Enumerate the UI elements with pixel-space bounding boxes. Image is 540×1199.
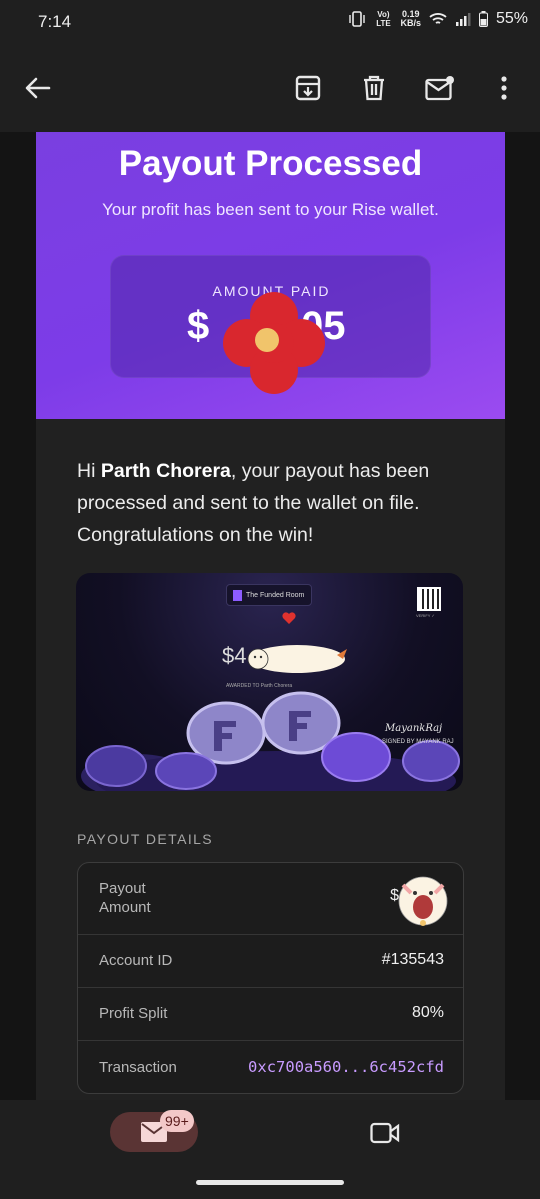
- status-bar: 7:14 Vo) LTE 0.19 KB/s 55%: [0, 0, 540, 44]
- status-time: 7:14: [38, 12, 72, 31]
- delete-button[interactable]: [352, 66, 396, 110]
- video-camera-icon: [370, 1122, 400, 1144]
- detail-key: Payout Amount: [99, 880, 151, 916]
- funded-room-logo-icon: [233, 589, 242, 601]
- home-indicator[interactable]: [196, 1180, 344, 1185]
- vibrate-icon: [349, 11, 366, 27]
- payout-certificate-image[interactable]: The Funded Room VERIFY ✓ $4 AWARDED TO P…: [76, 573, 463, 791]
- greeting-paragraph: Hi Parth Chorera, your payout has been p…: [77, 455, 477, 551]
- more-vert-icon: [501, 76, 507, 100]
- mark-unread-button[interactable]: [418, 66, 462, 110]
- hero-title: Payout Processed: [118, 144, 423, 183]
- cat-sticker-icon: [398, 876, 448, 926]
- certificate-signed-by: SIGNED BY MAYANK RAJ: [382, 739, 454, 745]
- battery-icon: [478, 11, 488, 27]
- transaction-hash-link[interactable]: 0xc700a560...6c452cfd: [248, 1058, 444, 1076]
- meet-tab[interactable]: [365, 1116, 405, 1150]
- email-app-bar: [0, 44, 540, 132]
- payout-hero-banner: Payout Processed Your profit has been se…: [36, 132, 505, 419]
- payout-details-heading: PAYOUT DETAILS: [77, 831, 214, 847]
- detail-row-profit-split: Profit Split 80%: [78, 988, 463, 1041]
- heart-icon: [282, 612, 296, 624]
- certificate-brand: The Funded Room: [226, 584, 312, 606]
- qr-code-icon: [417, 587, 441, 611]
- cat-sticker-icon: [247, 645, 347, 673]
- certificate-brand-name: The Funded Room: [246, 591, 305, 599]
- qr-label: VERIFY ✓: [416, 613, 435, 618]
- detail-row-account-id: Account ID #135543: [78, 935, 463, 988]
- amount-paid-box: AMOUNT PAID $ 05: [110, 255, 431, 394]
- email-card: Payout Processed Your profit has been se…: [36, 132, 505, 1100]
- archive-button[interactable]: [286, 66, 330, 110]
- payout-details-table: Payout Amount $ Account ID #135543 Profi…: [77, 862, 464, 1094]
- wifi-icon: [429, 13, 447, 24]
- detail-key: Profit Split: [99, 1005, 168, 1022]
- status-icons: Vo) LTE 0.19 KB/s 55%: [348, 10, 528, 28]
- mail-unread-icon: [425, 76, 454, 101]
- battery-percent: 55%: [495, 10, 528, 27]
- archive-icon: [295, 75, 321, 101]
- certificate-signature: MayankRaj: [385, 723, 443, 734]
- detail-row-payout-amount: Payout Amount $: [78, 863, 463, 935]
- email-body-scroll[interactable]: Payout Processed Your profit has been se…: [0, 132, 540, 1100]
- recipient-name: Parth Chorera: [100, 460, 231, 482]
- arrow-left-icon: [25, 77, 51, 99]
- detail-key: Account ID: [99, 952, 173, 969]
- redaction-flower-icon: [223, 292, 325, 394]
- detail-value: 80%: [411, 1004, 444, 1021]
- certificate-awarded-to: AWARDED TO Parth Chorera: [226, 683, 293, 689]
- greeting-prefix: Hi: [77, 460, 101, 482]
- trash-icon: [364, 75, 384, 101]
- detail-value: #135543: [381, 951, 444, 968]
- net-speed: 0.19 KB/s: [400, 10, 421, 28]
- signal-icon: [455, 13, 471, 26]
- hero-subtitle: Your profit has been sent to your Rise w…: [102, 200, 439, 219]
- detail-key: Transaction: [99, 1059, 177, 1076]
- volte-label: Vo) LTE: [376, 10, 391, 28]
- unread-count-badge: 99+: [160, 1110, 194, 1132]
- amount-prefix: $: [187, 304, 210, 348]
- back-button[interactable]: [16, 66, 60, 110]
- more-options-button[interactable]: [482, 66, 526, 110]
- detail-row-transaction: Transaction 0xc700a560...6c452cfd: [78, 1041, 463, 1093]
- net-speed-unit: KB/s: [400, 18, 421, 28]
